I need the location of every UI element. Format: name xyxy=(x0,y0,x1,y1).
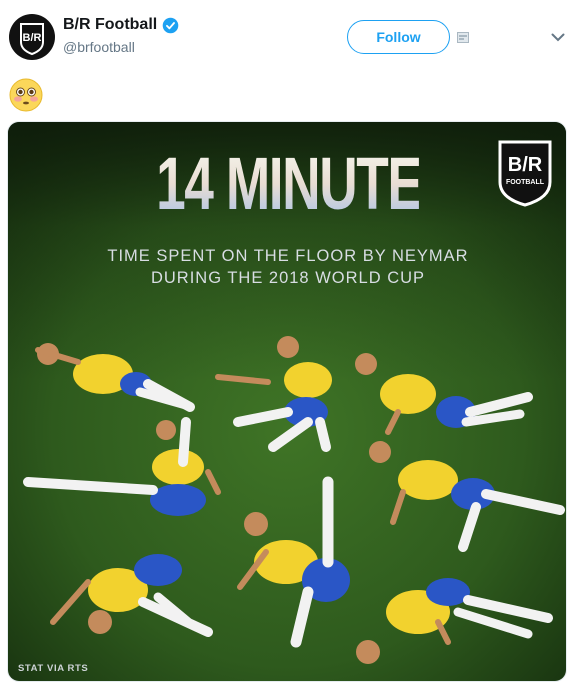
account-handle[interactable]: @brfootball xyxy=(63,39,179,55)
tweet-media-image[interactable]: 14 MINUTES TIME SPENT ON THE FLOOR BY NE… xyxy=(7,121,567,682)
avatar-logo-text: B/R xyxy=(23,32,42,44)
display-name[interactable]: B/R Football xyxy=(63,16,157,34)
stat-credit: STAT VIA RTS xyxy=(18,663,89,674)
media-thumb-icon[interactable] xyxy=(457,32,469,43)
graphic-subtitle-line2: DURING THE 2018 WORLD CUP xyxy=(150,269,426,287)
logo-subtext: FOOTBALL xyxy=(506,179,545,186)
display-name-row[interactable]: B/R Football xyxy=(63,16,179,34)
chevron-down-icon[interactable] xyxy=(551,33,565,42)
tweet-header: B/R B/R Football @brfootball Follow xyxy=(0,0,572,72)
br-avatar-icon: B/R xyxy=(20,23,44,56)
br-football-logo-icon: B/R FOOTBALL xyxy=(498,140,552,207)
graphic-subtitle-line1: TIME SPENT ON THE FLOOR BY NEYMAR xyxy=(107,247,469,265)
graphic-subtitle: TIME SPENT ON THE FLOOR BY NEYMAR DURING… xyxy=(68,245,508,289)
verified-badge-icon xyxy=(162,17,179,33)
flushed-face-emoji-icon xyxy=(9,78,43,112)
account-info: B/R Football @brfootball xyxy=(63,16,179,55)
follow-button[interactable]: Follow xyxy=(347,20,450,54)
avatar[interactable]: B/R xyxy=(9,14,55,60)
graphic-headline: 14 MINUTES xyxy=(156,142,457,225)
logo-text: B/R xyxy=(508,154,543,176)
